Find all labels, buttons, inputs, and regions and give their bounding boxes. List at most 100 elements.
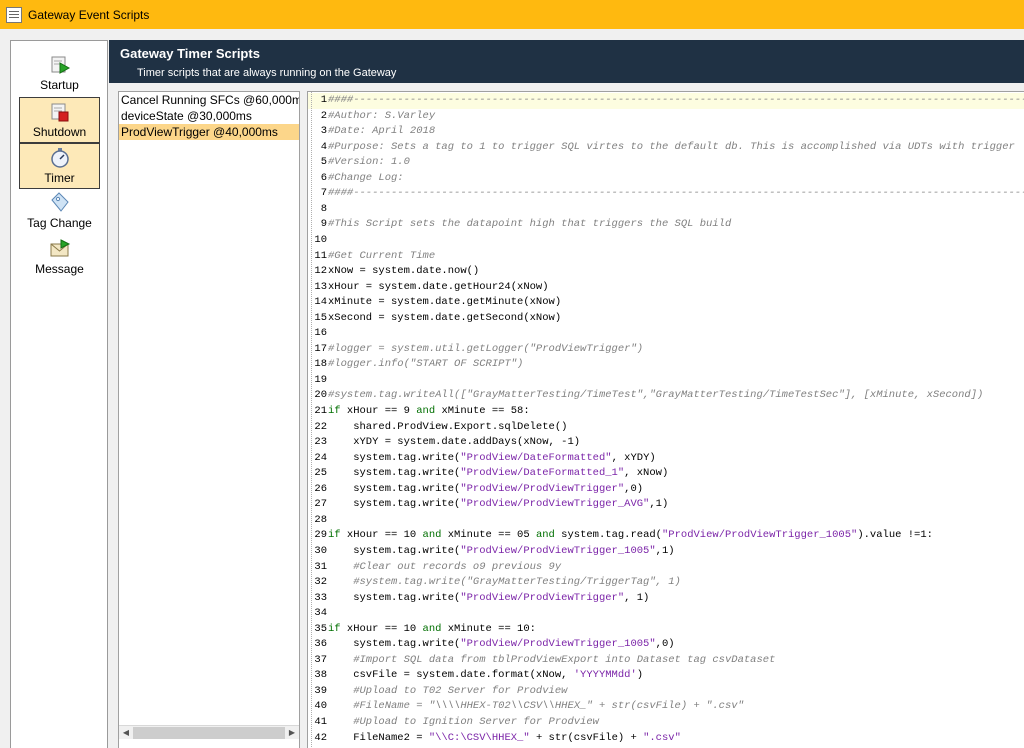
scroll-left-icon[interactable]: ◀ [119, 726, 133, 740]
code-line[interactable]: 5#Version: 1.0 [308, 155, 410, 171]
code-line[interactable]: 17#logger = system.util.getLogger("ProdV… [308, 342, 643, 358]
page-title: Gateway Timer Scripts [120, 46, 260, 61]
code-line[interactable]: 26 system.tag.write("ProdView/ProdViewTr… [308, 482, 643, 498]
code-text: if xHour == 10 and xMinute == 05 and sys… [328, 529, 933, 542]
code-line[interactable]: 9#This Script sets the datapoint high th… [308, 217, 732, 233]
nav-label-shutdown: Shutdown [32, 125, 87, 139]
window-titlebar: Gateway Event Scripts [0, 0, 1024, 29]
script-code-editor[interactable]: 1####-----------------------------------… [307, 91, 1024, 748]
code-line[interactable]: 2#Author: S.Varley [308, 109, 435, 125]
code-text: system.tag.write("ProdView/ProdViewTrigg… [328, 544, 675, 557]
code-line[interactable]: 11#Get Current Time [308, 249, 435, 265]
script-item-cancel-running-sfcs[interactable]: Cancel Running SFCs @60,000ms [119, 92, 299, 108]
tag-icon [49, 192, 71, 214]
nav-item-shutdown[interactable]: Shutdown [19, 97, 100, 143]
fold-guide [311, 92, 312, 748]
nav-item-timer[interactable]: Timer [19, 143, 100, 189]
code-text: system.tag.write("ProdView/ProdViewTrigg… [328, 638, 675, 651]
code-line[interactable]: 30 system.tag.write("ProdView/ProdViewTr… [308, 544, 675, 560]
code-line[interactable]: 20#system.tag.writeAll(["GrayMatterTesti… [308, 388, 983, 404]
code-text: csvFile = system.date.format(xNow, 'YYYY… [328, 669, 644, 682]
code-text: #logger.info("START OF SCRIPT") [328, 358, 524, 371]
code-text: #This Script sets the datapoint high tha… [328, 218, 732, 231]
code-text: #FileName = "\\\\HHEX-T02\\CSV\\HHEX_" +… [328, 700, 744, 713]
code-line[interactable]: 6#Change Log: [308, 171, 404, 187]
code-line[interactable]: 33 system.tag.write("ProdView/ProdViewTr… [308, 591, 649, 607]
code-text: #Upload to Ignition Server for Prodview [328, 716, 599, 728]
code-line[interactable]: 14xMinute = system.date.getMinute(xNow) [308, 295, 561, 311]
code-line[interactable]: 27 system.tag.write("ProdView/ProdViewTr… [308, 497, 668, 513]
code-text: #Date: April 2018 [328, 125, 436, 138]
scrollbar-thumb[interactable] [133, 727, 285, 739]
window-title: Gateway Event Scripts [28, 7, 150, 22]
code-text: FileName2 = "\\C:\CSV\HHEX_" + str(csvFi… [328, 731, 681, 744]
code-line[interactable]: 32 #system.tag.write("GrayMatterTesting/… [308, 575, 681, 591]
nav-item-startup[interactable]: Startup [19, 51, 100, 97]
app-icon [6, 6, 22, 23]
nav-label-tag-change: Tag Change [27, 216, 92, 230]
page-subtitle: Timer scripts that are always running on… [137, 67, 397, 79]
nav-item-message[interactable]: Message [19, 235, 100, 281]
event-type-nav: Startup Shutdown Timer Tag Change Messag… [10, 40, 108, 748]
page-header: Gateway Timer Scripts Timer scripts that… [109, 40, 1024, 83]
envelope-icon [49, 238, 71, 260]
code-line[interactable]: 23 xYDY = system.date.addDays(xNow, -1) [308, 435, 580, 451]
scroll-right-icon[interactable]: ▶ [285, 726, 299, 740]
code-line[interactable]: 24 system.tag.write("ProdView/DateFormat… [308, 451, 656, 467]
code-text: xSecond = system.date.getSecond(xNow) [328, 311, 562, 324]
code-text: ####------------------------------------… [328, 94, 1024, 106]
code-line[interactable]: 1####-----------------------------------… [308, 93, 1024, 109]
code-text: #system.tag.writeAll(["GrayMatterTesting… [328, 389, 984, 402]
code-text: #Author: S.Varley [328, 109, 436, 122]
timer-script-list: Cancel Running SFCs @60,000ms deviceStat… [118, 91, 300, 748]
scroll-stop-icon [49, 101, 71, 123]
code-text: #Import SQL data from tblProdViewExport … [328, 653, 776, 666]
code-text: #Version: 1.0 [328, 156, 410, 169]
code-text: #Purpose: Sets a tag to 1 to trigger SQL… [328, 140, 1015, 153]
code-line[interactable]: 12xNow = system.date.now() [308, 264, 479, 280]
code-text: system.tag.write("ProdView/ProdViewTrigg… [328, 482, 644, 495]
code-text: xHour = system.date.getHour24(xNow) [328, 280, 549, 293]
code-line[interactable]: 29if xHour == 10 and xMinute == 05 and s… [308, 528, 933, 544]
code-text: #Get Current Time [328, 249, 436, 262]
scroll-play-icon [49, 54, 71, 76]
code-line[interactable]: 21if xHour == 9 and xMinute == 58: [308, 404, 530, 420]
code-text: system.tag.write("ProdView/DateFormatted… [328, 451, 656, 464]
code-line[interactable]: 42 FileName2 = "\\C:\CSV\HHEX_" + str(cs… [308, 731, 681, 747]
code-text: #system.tag.write("GrayMatterTesting/Tri… [328, 576, 681, 589]
nav-label-startup: Startup [40, 78, 79, 92]
script-item-prodviewtrigger[interactable]: ProdViewTrigger @40,000ms [119, 124, 299, 140]
code-line[interactable]: 4#Purpose: Sets a tag to 1 to trigger SQ… [308, 140, 1015, 156]
code-text: #Upload to T02 Server for Prodview [328, 684, 568, 697]
stopwatch-icon [49, 147, 71, 169]
code-line[interactable]: 22 shared.ProdView.Export.sqlDelete() [308, 420, 567, 436]
code-text: xYDY = system.date.addDays(xNow, -1) [328, 436, 581, 449]
code-text: if xHour == 10 and xMinute == 10: [328, 622, 536, 635]
nav-label-timer: Timer [44, 171, 75, 185]
script-item-devicestate[interactable]: deviceState @30,000ms [119, 108, 299, 124]
code-line[interactable]: 7####-----------------------------------… [308, 186, 1024, 202]
horizontal-scrollbar[interactable]: ◀ ▶ [119, 725, 299, 739]
code-text: ####------------------------------------… [328, 187, 1024, 200]
code-line[interactable]: 25 system.tag.write("ProdView/DateFormat… [308, 466, 668, 482]
code-line[interactable]: 13xHour = system.date.getHour24(xNow) [308, 280, 549, 296]
code-text: xNow = system.date.now() [328, 265, 480, 278]
code-line[interactable]: 37 #Import SQL data from tblProdViewExpo… [308, 653, 775, 669]
code-line[interactable]: 31 #Clear out records o9 previous 9y [308, 560, 561, 576]
code-text: #Change Log: [328, 171, 404, 184]
code-text: if xHour == 9 and xMinute == 58: [328, 405, 530, 417]
code-line[interactable]: 41 #Upload to Ignition Server for Prodvi… [308, 715, 599, 731]
code-line[interactable]: 38 csvFile = system.date.format(xNow, 'Y… [308, 668, 643, 684]
code-line[interactable]: 39 #Upload to T02 Server for Prodview [308, 684, 567, 700]
code-line[interactable]: 35if xHour == 10 and xMinute == 10: [308, 622, 536, 638]
code-text: #Clear out records o9 previous 9y [328, 560, 562, 573]
code-line[interactable]: 36 system.tag.write("ProdView/ProdViewTr… [308, 637, 675, 653]
code-text: system.tag.write("ProdView/ProdViewTrigg… [328, 498, 669, 511]
code-line[interactable]: 18#logger.info("START OF SCRIPT") [308, 357, 523, 373]
code-text: xMinute = system.date.getMinute(xNow) [328, 296, 562, 309]
nav-item-tag-change[interactable]: Tag Change [19, 189, 100, 235]
nav-label-message: Message [35, 262, 84, 276]
code-line[interactable]: 40 #FileName = "\\\\HHEX-T02\\CSV\\HHEX_… [308, 699, 744, 715]
code-line[interactable]: 15xSecond = system.date.getSecond(xNow) [308, 311, 561, 327]
code-line[interactable]: 3#Date: April 2018 [308, 124, 435, 140]
